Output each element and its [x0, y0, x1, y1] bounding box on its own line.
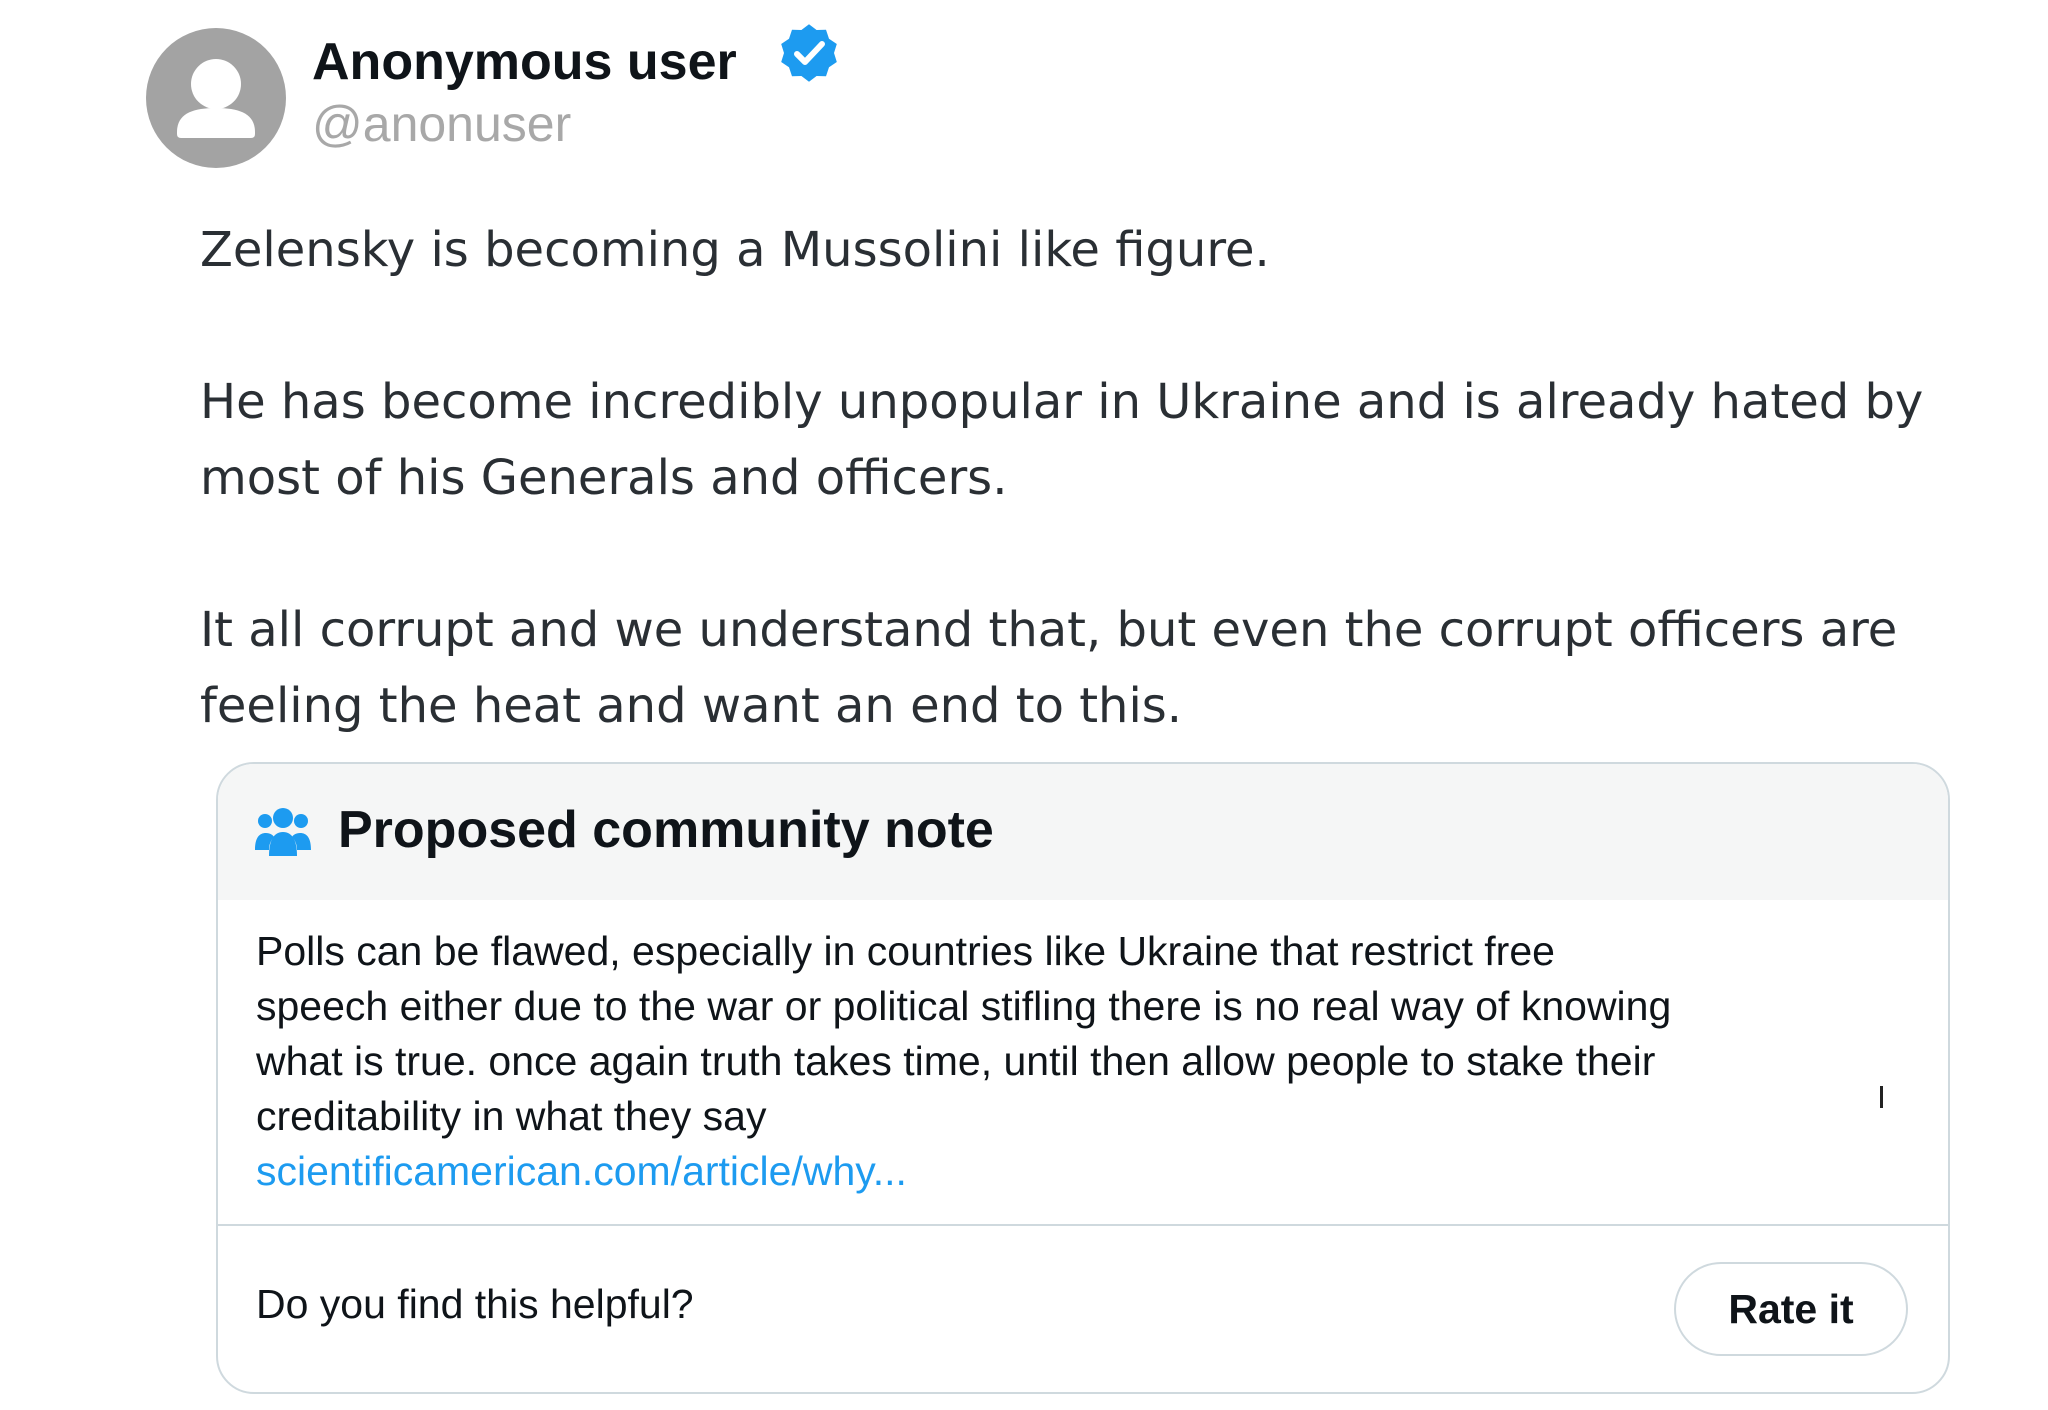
community-note-body: Polls can be flawed, especially in count… [256, 924, 1876, 1199]
verified-badge-icon [781, 24, 837, 82]
tweet-paragraph-3: It all corrupt and we understand that, b… [200, 592, 1897, 744]
note-line: creditability in what they say [256, 1093, 767, 1139]
author-display-name[interactable]: Anonymous user [312, 30, 737, 94]
tweet-line: feeling the heat and want an end to this… [200, 678, 1183, 734]
tweet-line: He has become incredibly unpopular in Uk… [200, 374, 1924, 430]
tweet-line: most of his Generals and officers. [200, 450, 1008, 506]
note-line: speech either due to the war or politica… [256, 983, 1672, 1029]
community-note-title: Proposed community note [338, 801, 994, 859]
rate-it-button[interactable]: Rate it [1674, 1262, 1908, 1356]
tweet-line: It all corrupt and we understand that, b… [200, 602, 1898, 658]
author-handle[interactable]: @anonuser [312, 94, 571, 154]
helpful-question: Do you find this helpful? [256, 1281, 694, 1327]
community-note-card: Proposed community note Polls can be fla… [216, 762, 1950, 1394]
note-line: Polls can be flawed, especially in count… [256, 928, 1555, 974]
author-avatar[interactable] [146, 28, 286, 168]
note-source-link[interactable]: scientificamerican.com/article/why... [256, 1144, 1876, 1199]
text-cursor [1880, 1086, 1883, 1108]
tweet-line: Zelensky is becoming a Mussolini like fi… [200, 222, 1270, 278]
tweet-paragraph-1: Zelensky is becoming a Mussolini like fi… [200, 212, 1270, 288]
note-line: what is true. once again truth takes tim… [256, 1038, 1656, 1084]
tweet-paragraph-2: He has become incredibly unpopular in Uk… [200, 364, 1923, 516]
default-avatar-icon [177, 59, 255, 138]
people-group-icon [255, 808, 311, 856]
note-divider [218, 1224, 1948, 1226]
community-note-header: Proposed community note [218, 764, 1948, 900]
